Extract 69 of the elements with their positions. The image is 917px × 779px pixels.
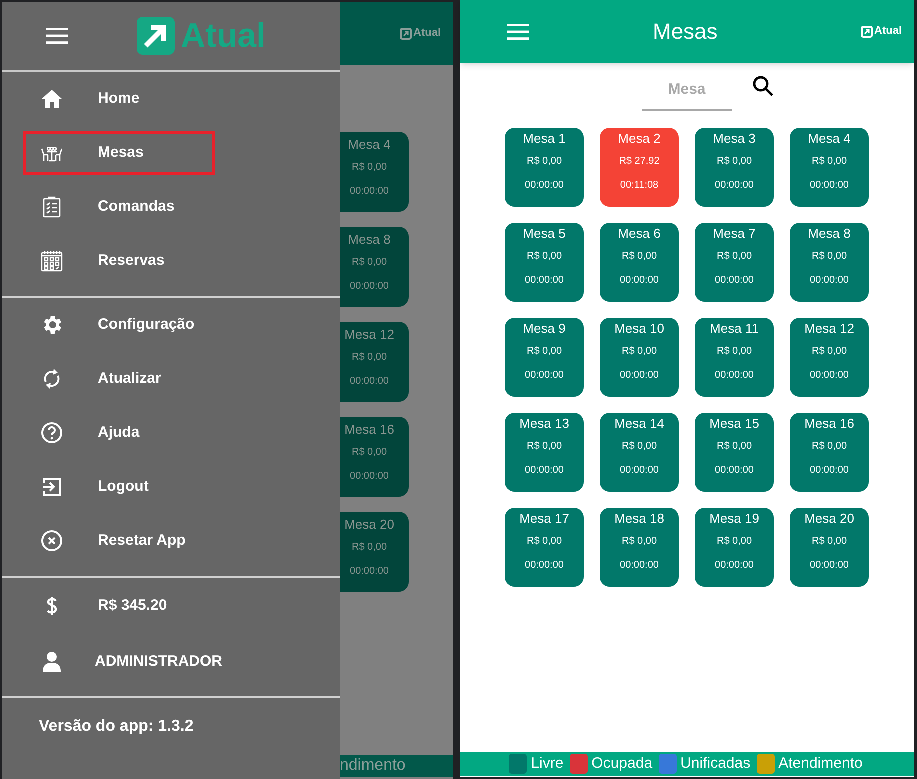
table-card[interactable]: Mesa 16 R$ 0,00 00:00:00 — [790, 413, 869, 492]
home-icon — [40, 87, 64, 111]
table-card[interactable]: Mesa 8 R$ 0,00 00:00:00 — [790, 223, 869, 302]
table-card[interactable]: Mesa 17 R$ 0,00 00:00:00 — [505, 508, 584, 587]
table-time: 00:00:00 — [350, 566, 389, 578]
legend-label: ndimento — [340, 756, 406, 776]
table-card[interactable]: Mesa 10 R$ 0,00 00:00:00 — [600, 318, 679, 397]
table-time: 00:00:00 — [350, 376, 389, 388]
table-card[interactable]: Mesa 9 R$ 0,00 00:00:00 — [505, 318, 584, 397]
table-card[interactable]: Mesa 13 R$ 0,00 00:00:00 — [505, 413, 584, 492]
logo-text: Atual — [874, 24, 902, 40]
legend-label: Livre — [531, 754, 564, 774]
table-card[interactable]: Mesa 7 R$ 0,00 00:00:00 — [695, 223, 774, 302]
menu-item[interactable]: Configuração — [23, 303, 215, 347]
help-icon — [40, 421, 64, 445]
menu-item[interactable]: Logout — [23, 465, 215, 509]
legend-label: Atendimento — [778, 754, 863, 774]
table-card[interactable]: Mesa 18 R$ 0,00 00:00:00 — [600, 508, 679, 587]
table-card[interactable]: Mesa 11 R$ 0,00 00:00:00 — [695, 318, 774, 397]
table-card[interactable]: Mesa 20 R$ 0,00 00:00:00 — [790, 508, 869, 587]
user-name: ADMINISTRADOR — [95, 652, 222, 672]
table-amount: R$ 0,00 — [352, 542, 388, 554]
calendar-icon — [40, 249, 64, 273]
table-time: 00:00:00 — [350, 281, 389, 293]
table-card[interactable]: Mesa 5 R$ 0,00 00:00:00 — [505, 223, 584, 302]
person-icon — [40, 650, 64, 674]
table-time: 00:00:00 — [350, 186, 389, 198]
logo-icon — [137, 17, 175, 55]
table-amount: R$ 0,00 — [352, 162, 388, 174]
search-field[interactable]: Mesa — [642, 69, 732, 111]
menu-item[interactable]: Ajuda — [23, 411, 215, 455]
table-card[interactable]: Mesa 19 R$ 0,00 00:00:00 — [695, 508, 774, 587]
logo-text: Atual — [181, 17, 266, 55]
logout-icon — [40, 475, 64, 499]
table-amount: R$ 0,00 — [352, 352, 388, 364]
search-button[interactable] — [752, 75, 774, 97]
table-time: 00:00:00 — [350, 471, 389, 483]
table-amount: R$ 0,00 — [352, 257, 388, 269]
table-card[interactable]: Mesa 2 R$ 27.92 00:11:08 — [600, 128, 679, 207]
table-card[interactable]: Mesa 3 R$ 0,00 00:00:00 — [695, 128, 774, 207]
menu-button[interactable] — [507, 22, 529, 42]
table-card[interactable]: Mesa 1 R$ 0,00 00:00:00 — [505, 128, 584, 207]
screen-title: Mesas — [653, 18, 718, 46]
table-name: Mesa 4 — [348, 137, 391, 153]
table-name: Mesa 20 — [344, 517, 394, 533]
logo-icon — [860, 26, 872, 38]
menu-button[interactable] — [46, 26, 68, 46]
close-circle-icon — [40, 529, 64, 553]
table-card[interactable]: Mesa 4 R$ 0,00 00:00:00 — [790, 128, 869, 207]
legend-label: Ocupada — [592, 754, 653, 774]
logo-text: Atual — [414, 26, 441, 42]
legend-label: Unificadas — [680, 754, 751, 774]
menu-item[interactable]: Resetar App — [23, 519, 215, 563]
cash-total: R$ 345.20 — [98, 596, 168, 616]
menu-item[interactable]: Reservas — [23, 239, 215, 283]
menu-item[interactable]: Atualizar — [23, 357, 215, 401]
table-amount: R$ 0,00 — [352, 447, 388, 459]
menu-item[interactable]: Comandas — [23, 185, 215, 229]
menu-item[interactable]: Mesas — [23, 131, 215, 175]
table-card[interactable]: Mesa 6 R$ 0,00 00:00:00 — [600, 223, 679, 302]
table-name: Mesa 8 — [348, 232, 391, 248]
table-name: Mesa 12 — [344, 327, 394, 343]
menu-item[interactable]: Home — [23, 77, 215, 121]
logo-icon — [400, 28, 412, 40]
table-card[interactable]: Mesa 15 R$ 0,00 00:00:00 — [695, 413, 774, 492]
table-name: Mesa 16 — [344, 422, 394, 438]
table-card[interactable]: Mesa 12 R$ 0,00 00:00:00 — [790, 318, 869, 397]
version-text: Versão do app: 1.3.2 — [39, 717, 195, 737]
table-card[interactable]: Mesa 14 R$ 0,00 00:00:00 — [600, 413, 679, 492]
